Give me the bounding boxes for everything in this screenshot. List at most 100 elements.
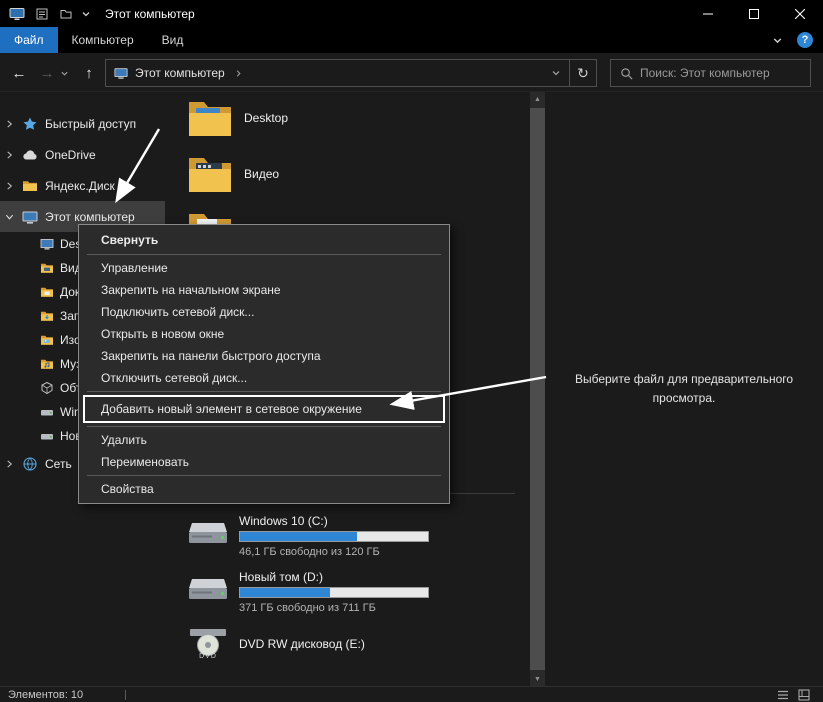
drive-name: Windows 10 (C:) — [239, 514, 429, 529]
video-folder-icon — [40, 261, 54, 275]
window-title: Этот компьютер — [105, 7, 195, 21]
dvd-drive-icon: DVD — [187, 626, 229, 662]
menu-item-collapse[interactable]: Свернуть — [79, 228, 449, 252]
sidebar-item-label: Этот компьютер — [45, 210, 135, 224]
tab-file[interactable]: Файл — [0, 27, 58, 53]
menu-item-pin-to-quick-access[interactable]: Закрепить на панели быстрого доступа — [79, 345, 449, 367]
network-icon — [22, 456, 38, 472]
drive-capacity-bar — [239, 531, 429, 542]
status-bar: Элементов: 10 — [0, 686, 823, 702]
details-view-icon[interactable] — [777, 689, 789, 701]
chevron-right-icon[interactable] — [5, 459, 14, 468]
folder-tile-videos[interactable]: Видео — [187, 150, 279, 198]
breadcrumb[interactable]: Этот компьютер — [135, 66, 225, 80]
chevron-right-icon[interactable] — [5, 150, 14, 159]
drive-free-space: 46,1 ГБ свободно из 120 ГБ — [239, 546, 429, 558]
pictures-folder-icon — [40, 333, 54, 347]
menu-item-disconnect-network-drive[interactable]: Отключить сетевой диск... — [79, 367, 449, 389]
this-pc-icon — [22, 209, 38, 225]
menu-item-map-network-drive[interactable]: Подключить сетевой диск... — [79, 301, 449, 323]
menu-separator — [87, 475, 441, 476]
menu-item-properties[interactable]: Свойства — [79, 478, 449, 500]
scrollbar-thumb[interactable] — [530, 108, 545, 670]
chevron-down-icon[interactable] — [5, 212, 14, 221]
sidebar-item-label: OneDrive — [45, 148, 96, 162]
new-folder-icon[interactable] — [59, 7, 73, 21]
sidebar-item-onedrive[interactable]: OneDrive — [0, 139, 165, 170]
preview-message: Выберите файл для предварительного просм… — [558, 370, 810, 686]
downloads-folder-icon — [40, 309, 54, 323]
menu-item-delete[interactable]: Удалить — [79, 429, 449, 451]
ribbon-expand-icon[interactable] — [772, 35, 783, 46]
customize-quick-access-icon[interactable] — [81, 9, 91, 19]
drive-free-space: 371 ГБ свободно из 711 ГБ — [239, 602, 429, 614]
sidebar-item-yandex-disk[interactable]: Яндекс.Диск — [0, 170, 165, 201]
sidebar-item-label: Сеть — [45, 457, 72, 471]
search-icon — [620, 67, 633, 80]
preview-pane: Выберите файл для предварительного просм… — [545, 92, 823, 686]
video-folder-icon — [187, 154, 233, 194]
scroll-up-icon[interactable]: ▲ — [530, 92, 545, 106]
menu-item-pin-to-start[interactable]: Закрепить на начальном экране — [79, 279, 449, 301]
drive-icon — [40, 429, 54, 443]
maximize-button[interactable] — [731, 0, 777, 27]
menu-item-manage[interactable]: Управление — [79, 257, 449, 279]
folder-tile-desktop[interactable]: Desktop — [187, 94, 288, 142]
menu-item-open-in-new-window[interactable]: Открыть в новом окне — [79, 323, 449, 345]
menu-separator — [87, 426, 441, 427]
window-controls — [685, 0, 823, 27]
close-button[interactable] — [777, 0, 823, 27]
drive-capacity-bar — [239, 587, 429, 598]
sidebar-item-label: Быстрый доступ — [45, 117, 136, 131]
tab-computer[interactable]: Компьютер — [58, 27, 148, 53]
refresh-button[interactable]: ↻ — [570, 60, 596, 86]
up-button[interactable]: ↑ — [76, 60, 102, 86]
search-box[interactable] — [610, 59, 811, 87]
context-menu: Свернуть Управление Закрепить на начальн… — [78, 224, 450, 504]
sidebar-item-label: Яндекс.Диск — [45, 179, 115, 193]
ribbon: Файл Компьютер Вид ? — [0, 27, 823, 53]
drive-name: Новый том (D:) — [239, 570, 429, 585]
menu-separator — [87, 254, 441, 255]
documents-folder-icon — [40, 285, 54, 299]
folder-icon — [187, 98, 233, 138]
dvd-icon-label: DVD — [187, 653, 229, 660]
chevron-right-icon[interactable] — [5, 119, 14, 128]
desktop-icon — [40, 237, 54, 251]
scroll-down-icon[interactable]: ▼ — [530, 672, 545, 686]
menu-item-rename[interactable]: Переименовать — [79, 451, 449, 473]
maximize-icon — [749, 9, 759, 19]
sidebar-item-quick-access[interactable]: Быстрый доступ — [0, 108, 165, 139]
tab-view[interactable]: Вид — [148, 27, 198, 53]
drive-tile-e[interactable]: DVD DVD RW дисковод (E:) — [187, 626, 365, 662]
breadcrumb-chevron-icon[interactable] — [234, 69, 243, 78]
folder-name: Desktop — [244, 111, 288, 125]
drive-icon — [40, 405, 54, 419]
menu-item-add-network-location[interactable]: Добавить новый элемент в сетевое окружен… — [83, 395, 445, 423]
chevron-right-icon[interactable] — [5, 181, 14, 190]
star-icon — [22, 116, 38, 132]
search-input[interactable] — [640, 66, 800, 80]
address-bar[interactable]: Этот компьютер ↻ — [105, 59, 597, 87]
minimize-icon — [703, 9, 713, 19]
thumbnails-view-icon[interactable] — [798, 689, 810, 701]
help-icon[interactable]: ? — [797, 32, 813, 48]
address-dropdown-icon[interactable] — [543, 60, 569, 86]
properties-icon[interactable] — [35, 7, 49, 21]
navigation-toolbar: ← → ↑ Этот компьютер ↻ — [0, 53, 823, 92]
drive-name: DVD RW дисковод (E:) — [239, 637, 365, 652]
drive-tile-c[interactable]: Windows 10 (C:) 46,1 ГБ свободно из 120 … — [187, 514, 429, 558]
back-button[interactable]: ← — [6, 60, 32, 86]
menu-separator — [87, 391, 441, 392]
hard-drive-icon — [187, 514, 229, 550]
recent-locations-icon[interactable] — [56, 60, 72, 86]
app-icon — [9, 6, 25, 22]
3d-objects-icon — [40, 381, 54, 395]
drive-tile-d[interactable]: Новый том (D:) 371 ГБ свободно из 711 ГБ — [187, 570, 429, 614]
vertical-scrollbar[interactable]: ▲ ▼ — [530, 92, 545, 686]
close-icon — [795, 9, 805, 19]
breadcrumb-pc-icon — [114, 66, 128, 80]
folder-name: Видео — [244, 167, 279, 181]
minimize-button[interactable] — [685, 0, 731, 27]
items-count: Элементов: 10 — [8, 689, 83, 701]
